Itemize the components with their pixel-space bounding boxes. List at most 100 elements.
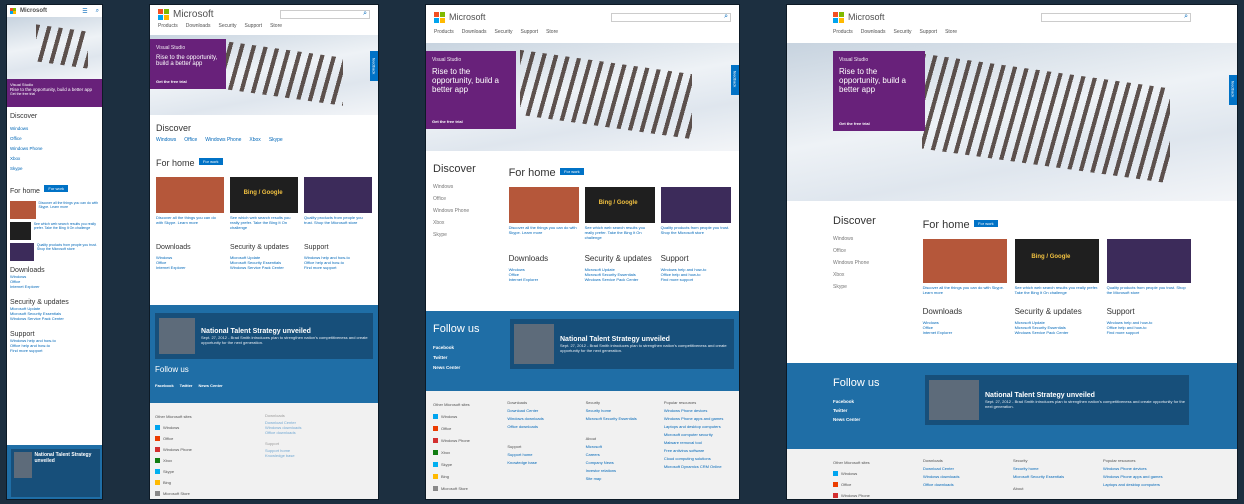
follow-newscenter[interactable]: News Center [199,383,223,388]
follow-twitter[interactable]: Twitter [833,406,860,415]
discover-windows[interactable]: Windows [433,181,495,193]
footer-windows-downloads[interactable]: Windows downloads [507,415,575,423]
search-input[interactable]: ⌕ [280,9,370,19]
footer-other-xbox[interactable]: Xbox [155,455,225,466]
for-work-button[interactable]: For work [198,158,223,166]
footer-other-bing[interactable]: Bing [433,471,497,483]
nav-downloads[interactable]: Downloads [861,29,886,39]
follow-newscenter[interactable]: News Center [833,415,860,424]
footer-other-windows[interactable]: Windows [433,411,497,423]
nav-store[interactable]: Store [270,23,282,31]
menu-icon[interactable]: ☰ [82,8,87,15]
sup-more[interactable]: Find more support [661,277,731,282]
microsoft-logo[interactable]: Microsoft [434,11,486,23]
nav-downloads[interactable]: Downloads [462,29,487,39]
footer-download-center[interactable]: Download Center [923,465,999,473]
footer-other-phone[interactable]: Windows Phone [433,435,497,447]
discover-skype[interactable]: Skype [269,137,283,143]
footer-support-home[interactable]: Support home [507,451,575,459]
footer-pop-2[interactable]: Laptops and desktop computers [664,423,734,431]
footer-sitemap[interactable]: Site map [586,475,654,483]
search-icon[interactable]: ⌕ [724,13,730,21]
follow-facebook[interactable]: Facebook [433,343,460,353]
footer-office-downloads[interactable]: Office downloads [507,423,575,431]
footer-pop-0[interactable]: Windows Phone devices [664,407,734,415]
footer-other-skype[interactable]: Skype [155,466,225,477]
feedback-tab[interactable]: feedback [1229,74,1237,105]
tile-store[interactable] [660,187,731,223]
feedback-tab[interactable]: feedback [370,51,378,81]
sup-more[interactable]: Find more support [10,348,99,353]
footer-other-xbox[interactable]: Xbox [433,447,497,459]
tile-bing-text[interactable]: See which web search results you really … [1015,285,1099,295]
footer-pop-5[interactable]: Free antivirus software [664,447,734,455]
footer-pop-2[interactable]: Laptops and desktop computers [1103,481,1193,489]
nav-products[interactable]: Products [833,29,853,39]
discover-skype[interactable]: Skype [433,229,495,241]
tile-skype-text[interactable]: Discover all the things you can do with … [39,201,99,219]
footer-download-center[interactable]: Download Center [507,407,575,415]
footer-careers[interactable]: Careers [586,451,654,459]
follow-twitter[interactable]: Twitter [180,383,193,388]
microsoft-logo[interactable]: Microsoft [833,11,885,23]
footer-pop-1[interactable]: Windows Phone apps and games [1103,473,1193,481]
tile-skype[interactable] [922,239,1007,283]
footer-other-office[interactable]: Office [155,433,225,444]
footer-security-essentials[interactable]: Microsoft Security Essentials [586,415,654,423]
sec-servicepack[interactable]: Windows Service Pack Center [10,316,99,321]
nav-support[interactable]: Support [920,29,938,39]
discover-xbox[interactable]: Xbox [10,154,99,164]
discover-windows-phone[interactable]: Windows Phone [433,205,495,217]
footer-other-windows[interactable]: Windows [833,468,909,479]
tile-skype-text[interactable]: Discover all the things you can do with … [509,225,579,235]
footer-knowledge-base[interactable]: Knowledge base [507,459,575,467]
footer-other-phone[interactable]: Windows Phone [833,490,909,499]
footer-other-windows[interactable]: Windows [155,422,225,433]
nav-security[interactable]: Security [893,29,911,39]
for-work-button[interactable]: For work [44,185,68,193]
footer-company-news[interactable]: Company News [586,459,654,467]
nav-downloads[interactable]: Downloads [186,23,211,31]
nav-support[interactable]: Support [521,29,539,39]
search-input[interactable]: ⌕ [1041,12,1191,22]
footer-other-office[interactable]: Office [433,423,497,435]
nav-security[interactable]: Security [494,29,512,39]
discover-windows[interactable]: Windows [10,124,99,134]
hero-image[interactable]: Visual Studio Rise to the opportunity, b… [426,43,739,151]
footer-knowledge-base[interactable]: Knowledge base [265,453,335,458]
discover-office[interactable]: Office [10,134,99,144]
discover-windows[interactable]: Windows [156,137,176,143]
news-card[interactable]: National Talent Strategy unveiled Sept. 2… [925,375,1189,425]
dl-ie[interactable]: Internet Explorer [509,277,579,282]
discover-windows-phone[interactable]: Windows Phone [10,144,99,154]
tile-store-text[interactable]: Quality products from people you trust. … [1107,285,1191,295]
search-input[interactable]: ⌕ [611,12,731,22]
footer-pop-6[interactable]: Cloud computing solutions [664,455,734,463]
nav-support[interactable]: Support [245,23,263,31]
news-card[interactable]: National Talent Strategy unveiled [11,449,100,497]
hero-image[interactable]: Visual Studio Rise to the opportunity, b… [787,43,1237,201]
sec-servicepack[interactable]: Windows Service Pack Center [230,265,298,270]
discover-skype[interactable]: Skype [10,164,99,174]
sup-more[interactable]: Find more support [1107,330,1191,335]
footer-windows-downloads[interactable]: Windows downloads [923,473,999,481]
follow-facebook[interactable]: Facebook [155,383,174,388]
promo-banner[interactable]: Visual Studio Rise to the opportunity, b… [150,39,226,89]
tile-skype-text[interactable]: Discover all the things you can do with … [923,285,1007,295]
footer-security-home[interactable]: Security home [586,407,654,415]
footer-other-store[interactable]: Microsoft Store [433,483,497,495]
tile-skype-text[interactable]: Discover all the things you can do with … [156,215,224,225]
follow-twitter[interactable]: Twitter [433,353,460,363]
tile-store-text[interactable]: Quality products from people you trust. … [304,215,372,225]
footer-pop-4[interactable]: Malware removal tool [664,439,734,447]
dl-ie[interactable]: Internet Explorer [10,284,99,289]
tile-bing-text[interactable]: See which web search results you really … [34,222,99,240]
tile-bing[interactable]: Bing / Google [230,177,298,213]
promo-cta[interactable]: Get the free trial [156,79,187,84]
footer-other-store[interactable]: Microsoft Store [155,488,225,499]
discover-xbox[interactable]: Xbox [833,269,905,281]
microsoft-logo[interactable]: Microsoft [158,8,214,20]
tile-store[interactable] [304,177,372,213]
hero-image[interactable] [7,17,102,79]
tile-bing-text[interactable]: See which web search results you really … [230,215,298,230]
